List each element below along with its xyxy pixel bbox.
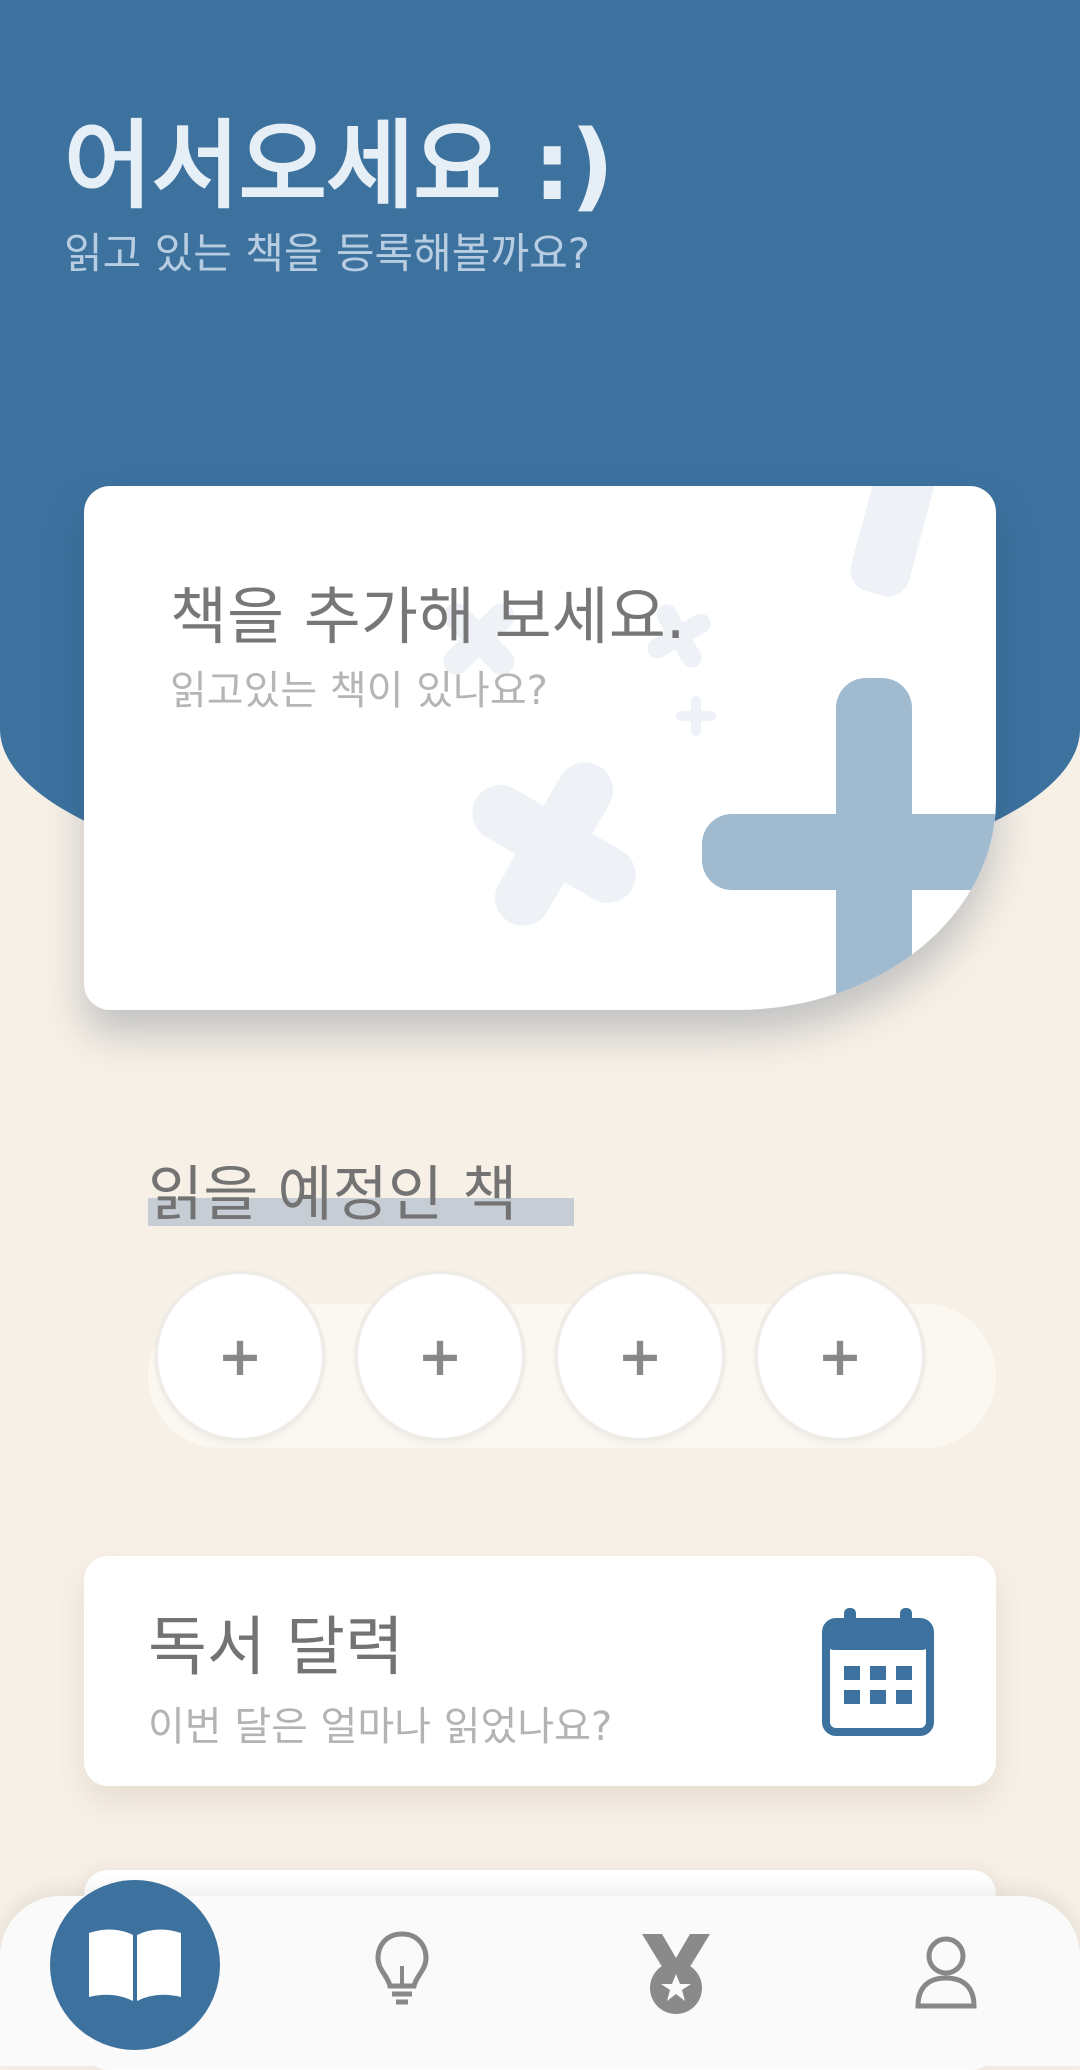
planned-books-title: 읽을 예정인 책	[148, 1160, 518, 1230]
add-card-decoration	[443, 486, 996, 1010]
nav-ideas-button[interactable]	[372, 1930, 432, 2006]
calendar-title: 독서 달력	[148, 1611, 404, 1685]
lightbulb-icon	[375, 1931, 429, 2005]
medal-icon	[642, 1934, 710, 2014]
user-icon	[915, 1936, 977, 2009]
planned-book-slot-4[interactable]: +	[758, 1274, 922, 1438]
plus-icon: +	[617, 1324, 663, 1388]
reading-calendar-card[interactable]: 독서 달력 이번 달은 얼마나 읽었나요?	[84, 1556, 996, 1786]
calendar-subtitle: 이번 달은 얼마나 읽었나요?	[148, 1704, 613, 1750]
add-book-title: 책을 추가해 보세요.	[170, 580, 686, 653]
planned-book-slot-2[interactable]: +	[358, 1274, 522, 1438]
planned-book-slot-1[interactable]: +	[158, 1274, 322, 1438]
page-subtitle: 읽고 있는 책을 등록해볼까요?	[64, 229, 591, 278]
page-title: 어서오세요 :)	[64, 110, 614, 222]
plus-icon: +	[417, 1324, 463, 1388]
nav-home-button[interactable]	[50, 1880, 220, 2050]
plus-icon: +	[817, 1324, 863, 1388]
calendar-icon	[822, 1608, 934, 1736]
nav-profile-button[interactable]	[914, 1934, 978, 2010]
add-book-card[interactable]: 책을 추가해 보세요. 읽고있는 책이 있나요?	[84, 486, 996, 1010]
plus-icon: +	[217, 1324, 263, 1388]
nav-achievements-button[interactable]	[636, 1932, 716, 2016]
book-icon	[89, 1929, 181, 2001]
add-book-subtitle: 읽고있는 책이 있나요?	[170, 668, 548, 714]
planned-books-header: 읽을 예정인 책	[148, 1146, 574, 1233]
planned-book-slot-3[interactable]: +	[558, 1274, 722, 1438]
